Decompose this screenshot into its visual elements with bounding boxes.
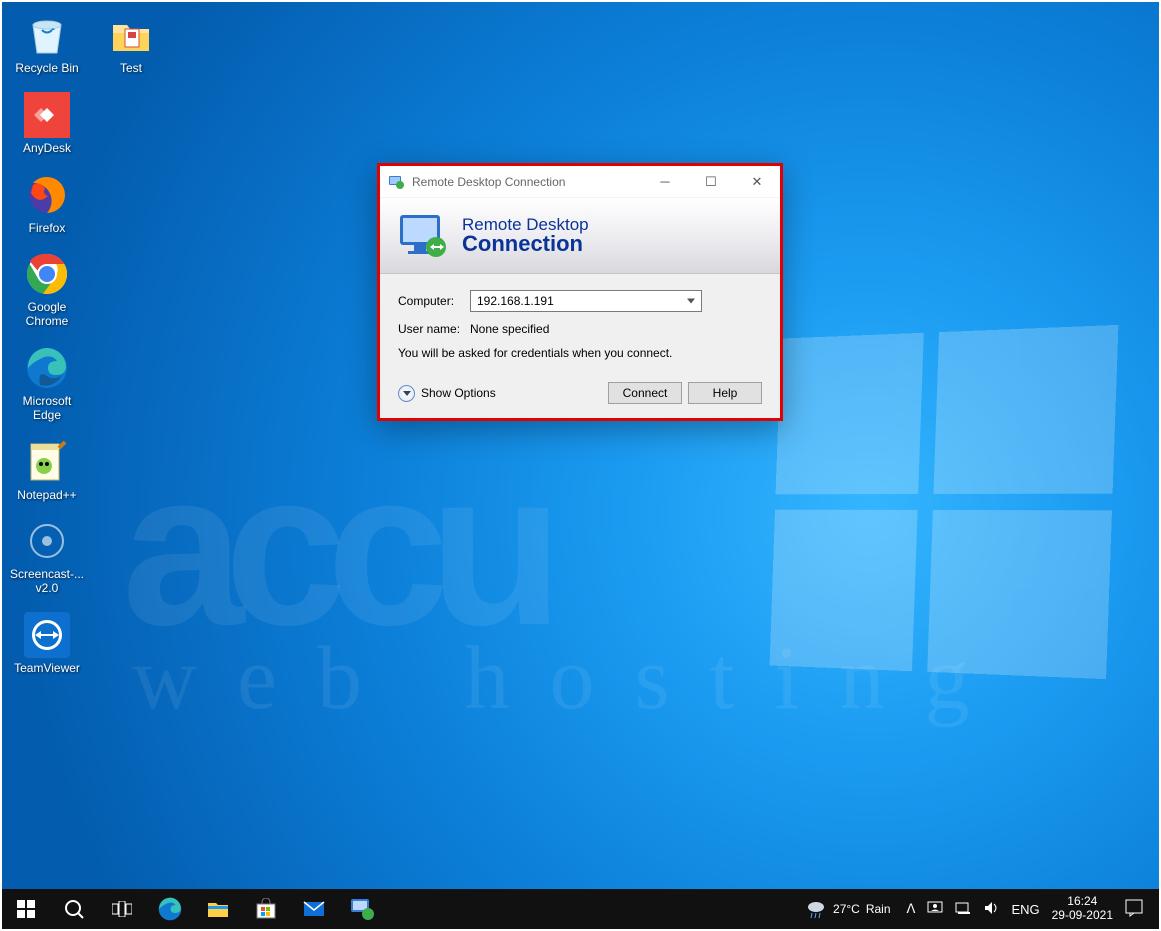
computer-value: 192.168.1.191: [477, 294, 554, 308]
weather-condition: Rain: [866, 902, 891, 916]
banner-title-2: Connection: [462, 231, 589, 257]
taskbar-weather[interactable]: 27°C Rain: [805, 898, 891, 920]
desktop-icon-screencast[interactable]: Screencast-... v2.0: [8, 516, 86, 598]
network-icon[interactable]: [955, 900, 971, 919]
desktop-icons-column-2: Test: [92, 10, 170, 78]
taskbar-store[interactable]: [242, 888, 290, 930]
teamviewer-icon: [24, 612, 70, 658]
volume-icon[interactable]: [983, 900, 999, 919]
username-value: None specified: [470, 322, 549, 336]
desktop-icon-firefox[interactable]: Firefox: [8, 170, 86, 238]
window-title: Remote Desktop Connection: [412, 175, 642, 189]
desktop-icon-label: Notepad++: [17, 489, 76, 503]
taskbar-file-explorer[interactable]: [194, 888, 242, 930]
username-label: User name:: [398, 322, 470, 336]
desktop-icon-label: Test: [120, 62, 142, 76]
desktop-icon-label: Google Chrome: [9, 301, 85, 329]
desktop[interactable]: accu web hosting Recycle Bin: [0, 0, 1161, 931]
clock-time: 16:24: [1052, 895, 1113, 909]
show-options-toggle[interactable]: Show Options: [398, 385, 496, 402]
recycle-bin-icon: [24, 12, 70, 58]
windows-background-logo: [770, 325, 1119, 679]
desktop-icon-label: AnyDesk: [23, 142, 71, 156]
watermark-subtitle: web hosting: [132, 627, 1009, 730]
desktop-icon-label: Firefox: [29, 222, 66, 236]
taskbar-edge[interactable]: [146, 888, 194, 930]
chevron-down-icon: [398, 385, 415, 402]
firefox-icon: [24, 172, 70, 218]
remote-desktop-window: Remote Desktop Connection ─ ☐ ✕ Remote: [377, 163, 783, 421]
language-indicator[interactable]: ENG: [1011, 902, 1039, 917]
show-options-label: Show Options: [421, 386, 496, 400]
taskbar: 27°C Rain ᐱ ENG 16:24 29-09-2021: [0, 889, 1161, 931]
task-view-button[interactable]: [98, 888, 146, 930]
folder-icon: [108, 12, 154, 58]
start-button[interactable]: [2, 888, 50, 930]
computer-combobox[interactable]: 192.168.1.191: [470, 290, 702, 312]
weather-temp: 27°C: [833, 902, 860, 916]
search-button[interactable]: [50, 888, 98, 930]
taskbar-clock[interactable]: 16:24 29-09-2021: [1052, 895, 1113, 923]
screencast-icon: [24, 518, 70, 564]
close-button[interactable]: ✕: [734, 167, 780, 197]
clock-date: 29-09-2021: [1052, 909, 1113, 923]
taskbar-mail[interactable]: [290, 888, 338, 930]
desktop-icon-edge[interactable]: Microsoft Edge: [8, 343, 86, 425]
desktop-icon-anydesk[interactable]: AnyDesk: [8, 90, 86, 158]
maximize-button[interactable]: ☐: [688, 167, 734, 197]
desktop-icon-label: Screencast-... v2.0: [9, 568, 85, 596]
desktop-icon-notepadpp[interactable]: Notepad++: [8, 437, 86, 505]
connect-button[interactable]: Connect: [608, 382, 682, 404]
rdc-banner-icon: [396, 209, 450, 263]
credentials-hint: You will be asked for credentials when y…: [398, 346, 762, 360]
desktop-icon-recycle-bin[interactable]: Recycle Bin: [8, 10, 86, 78]
people-icon[interactable]: [927, 900, 943, 919]
notifications-button[interactable]: [1125, 899, 1143, 920]
notepadpp-icon: [24, 439, 70, 485]
desktop-icons-column-1: Recycle Bin AnyDesk Firefox: [8, 10, 86, 678]
taskbar-rdc[interactable]: [338, 888, 386, 930]
tray-overflow-button[interactable]: ᐱ: [907, 901, 916, 917]
desktop-icon-teamviewer[interactable]: TeamViewer: [8, 610, 86, 678]
rdc-banner: Remote Desktop Connection: [380, 198, 780, 274]
rdc-app-icon: [388, 174, 404, 190]
minimize-button[interactable]: ─: [642, 167, 688, 197]
desktop-icon-label: Microsoft Edge: [9, 395, 85, 423]
desktop-icon-chrome[interactable]: Google Chrome: [8, 249, 86, 331]
desktop-icon-test-folder[interactable]: Test: [92, 10, 170, 78]
desktop-icon-label: TeamViewer: [14, 662, 80, 676]
help-button[interactable]: Help: [688, 382, 762, 404]
chrome-icon: [24, 251, 70, 297]
edge-icon: [24, 345, 70, 391]
anydesk-icon: [24, 92, 70, 138]
computer-label: Computer:: [398, 294, 470, 308]
titlebar[interactable]: Remote Desktop Connection ─ ☐ ✕: [380, 166, 780, 198]
weather-rain-icon: [805, 898, 827, 920]
desktop-icon-label: Recycle Bin: [15, 62, 78, 76]
